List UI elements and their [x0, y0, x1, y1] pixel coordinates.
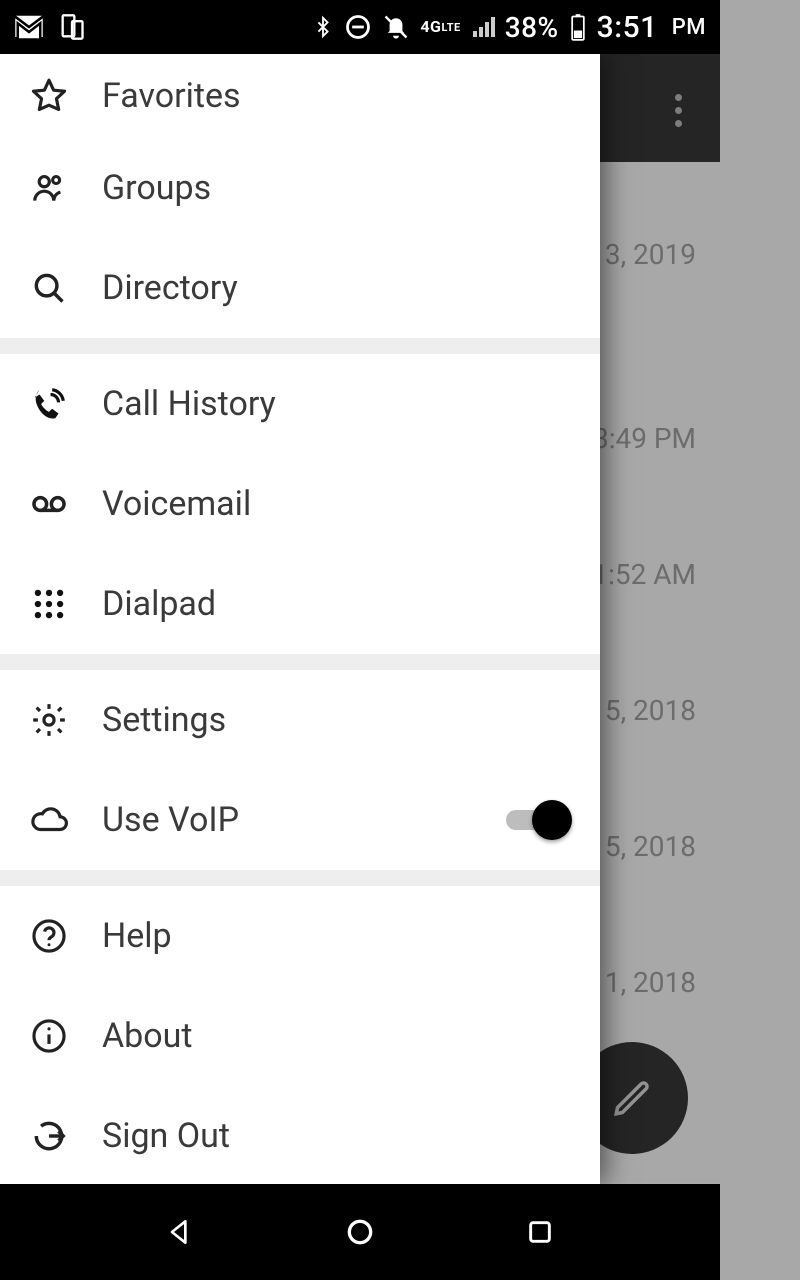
- back-button[interactable]: [160, 1212, 200, 1252]
- signal-icon: [471, 15, 495, 39]
- bluetooth-icon: [312, 13, 334, 41]
- voicemail-icon: [30, 485, 68, 523]
- home-button[interactable]: [340, 1212, 380, 1252]
- drawer-item-label: Voicemail: [102, 484, 251, 524]
- drawer-item-label: Directory: [102, 268, 238, 308]
- drawer-item-label: Settings: [102, 700, 226, 740]
- status-bar: 4GLTE 38% 3:51 PM: [0, 0, 720, 54]
- dialpad-icon: [30, 585, 68, 623]
- star-icon: [30, 77, 68, 115]
- drawer-item-settings[interactable]: Settings: [0, 670, 600, 770]
- signout-icon: [30, 1117, 68, 1155]
- drawer-item-signout[interactable]: Sign Out: [0, 1086, 600, 1184]
- drawer-divider: [0, 654, 600, 670]
- people-icon: [30, 169, 68, 207]
- side-bezel: [720, 0, 800, 1280]
- drawer-item-history[interactable]: Call History: [0, 354, 600, 454]
- notifications-off-icon: [382, 13, 410, 41]
- drawer-item-voicemail[interactable]: Voicemail: [0, 454, 600, 554]
- drawer-item-label: Favorites: [102, 76, 241, 116]
- search-icon: [30, 269, 68, 307]
- drawer-item-directory[interactable]: Directory: [0, 238, 600, 338]
- drawer-item-favorites[interactable]: Favorites: [0, 54, 600, 138]
- drawer-item-label: Help: [102, 916, 172, 956]
- dnd-icon: [344, 13, 372, 41]
- nav-drawer: Favorites Groups Directory: [0, 54, 600, 1184]
- battery-icon: [569, 13, 587, 41]
- recents-button[interactable]: [520, 1212, 560, 1252]
- cloud-icon: [30, 801, 68, 839]
- drawer-item-label: Call History: [102, 384, 276, 424]
- help-icon: [30, 917, 68, 955]
- drawer-item-label: Groups: [102, 168, 211, 208]
- gear-icon: [30, 701, 68, 739]
- network-4g-icon: 4GLTE: [420, 19, 460, 35]
- drawer-item-label: Use VoIP: [102, 800, 239, 840]
- drawer-divider: [0, 870, 600, 886]
- drawer-item-label: Sign Out: [102, 1116, 230, 1156]
- status-ampm: PM: [672, 15, 706, 40]
- drawer-item-label: About: [102, 1016, 193, 1056]
- drawer-item-about[interactable]: About: [0, 986, 600, 1086]
- drawer-divider: [0, 338, 600, 354]
- battery-percent: 38%: [505, 11, 559, 44]
- gmail-icon: [14, 15, 44, 39]
- status-time: 3:51: [597, 10, 658, 45]
- call-history-icon: [30, 385, 68, 423]
- voip-toggle[interactable]: [506, 800, 570, 840]
- drawer-item-help[interactable]: Help: [0, 886, 600, 986]
- info-icon: [30, 1017, 68, 1055]
- system-nav-bar: [0, 1184, 720, 1280]
- drawer-item-dialpad[interactable]: Dialpad: [0, 554, 600, 654]
- devices-icon: [58, 13, 86, 41]
- drawer-item-label: Dialpad: [102, 584, 216, 624]
- drawer-item-groups[interactable]: Groups: [0, 138, 600, 238]
- drawer-item-voip[interactable]: Use VoIP: [0, 770, 600, 870]
